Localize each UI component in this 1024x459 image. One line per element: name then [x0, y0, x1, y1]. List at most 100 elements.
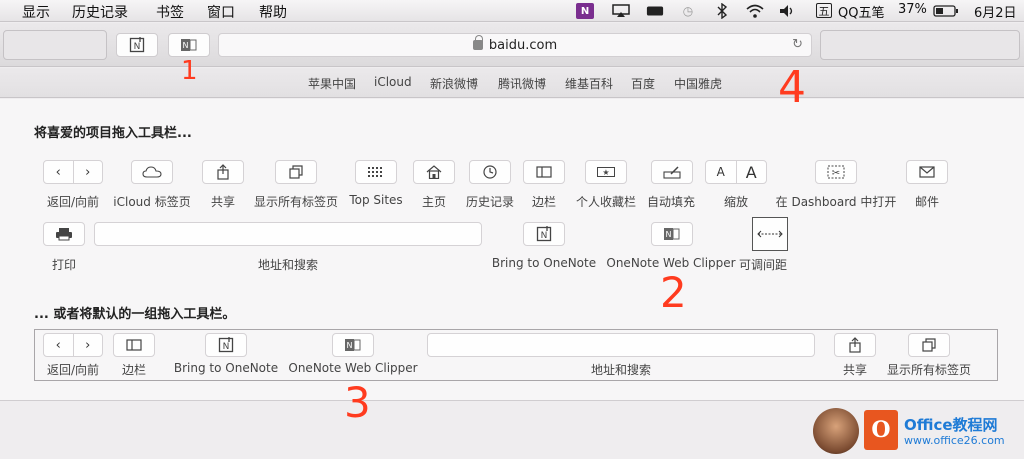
input-method-icon[interactable]: 五	[816, 3, 832, 18]
favorites-heading: 将喜爱的项目拖入工具栏...	[34, 126, 192, 141]
default-label: 显示所有标签页	[886, 363, 972, 377]
svg-text:N: N	[541, 231, 548, 241]
clock-icon	[483, 165, 497, 179]
back-icon: ‹	[55, 337, 61, 353]
annotation-1: 1	[181, 56, 198, 86]
annotation-2: 2	[660, 268, 687, 317]
bring-to-onenote-item[interactable]: N	[523, 222, 565, 246]
default-label: 返回/向前	[46, 363, 100, 377]
input-method-name[interactable]: QQ五笔	[838, 2, 884, 21]
star-icon: ★	[597, 167, 615, 177]
default-label: 共享	[842, 363, 868, 377]
home-icon	[426, 165, 442, 179]
history-item[interactable]	[469, 160, 511, 184]
menu-window[interactable]: 窗口	[207, 2, 235, 22]
mail-item[interactable]	[906, 160, 948, 184]
item-label: 自动填充	[646, 195, 696, 209]
tabs-overview-icon	[922, 338, 936, 352]
default-sidebar	[113, 333, 155, 357]
bring-to-onenote-icon: N	[218, 337, 234, 353]
watermark-title: Office教程网	[904, 416, 998, 434]
printer-icon	[56, 228, 72, 241]
battery-percent[interactable]: 37%	[898, 2, 927, 17]
tabs-overview-icon	[289, 165, 303, 179]
toolbar-blank-left	[3, 30, 107, 60]
open-in-dashboard-item[interactable]: ✂	[815, 160, 857, 184]
onenote-status-icon[interactable]: N	[576, 3, 594, 19]
office-logo-icon: O	[864, 410, 898, 450]
icloud-tabs-item[interactable]	[131, 160, 173, 184]
autofill-icon	[663, 166, 681, 179]
bookmark-item[interactable]: 中国雅虎	[674, 75, 722, 92]
default-address-search	[427, 333, 815, 357]
menu-bar: 显示 历史记录 书签 窗口 帮助 N ◷ 五 QQ五笔 37% 6月2日	[0, 0, 1024, 22]
cloud-icon	[142, 166, 162, 178]
default-onenote-clipper: N	[332, 333, 374, 357]
menubar-date[interactable]: 6月2日	[974, 2, 1017, 21]
bookmark-item[interactable]: 新浪微博	[430, 75, 478, 92]
battery-monitor-icon[interactable]	[646, 3, 664, 19]
sidebar-icon	[126, 339, 142, 351]
item-label: iCloud 标签页	[113, 195, 191, 209]
zoom-item[interactable]: AA	[705, 160, 767, 184]
zoom-out-icon: A	[716, 165, 725, 179]
zoom-in-icon: A	[735, 161, 767, 183]
bookmark-item[interactable]: iCloud	[374, 75, 412, 89]
autofill-item[interactable]	[651, 160, 693, 184]
forward-icon: ›	[72, 161, 103, 183]
default-back-forward: ‹ ›	[43, 333, 103, 357]
onenote-web-clipper-button[interactable]: N	[168, 33, 210, 57]
share-icon	[849, 337, 861, 353]
bookmark-item[interactable]: 苹果中国	[308, 75, 356, 92]
menu-help[interactable]: 帮助	[259, 2, 287, 22]
svg-text:★: ★	[602, 168, 609, 177]
svg-text:✂: ✂	[832, 168, 840, 179]
item-label: 返回/向前	[46, 195, 100, 209]
print-item[interactable]	[43, 222, 85, 246]
flexible-space-icon	[757, 230, 783, 238]
address-bar[interactable]: baidu.com ↻	[218, 33, 812, 57]
share-item[interactable]	[202, 160, 244, 184]
safari-toolbar: N N baidu.com ↻	[0, 23, 1024, 67]
volume-icon[interactable]	[778, 3, 796, 19]
onenote-web-clipper-item[interactable]: N	[651, 222, 693, 246]
time-machine-icon[interactable]: ◷	[679, 3, 697, 19]
item-label: 打印	[51, 258, 77, 272]
menu-view[interactable]: 显示	[22, 2, 50, 22]
bring-to-onenote-icon: N	[536, 226, 552, 242]
svg-text:N: N	[183, 41, 189, 50]
default-bring-to-onenote: N	[205, 333, 247, 357]
bluetooth-icon[interactable]	[713, 3, 731, 19]
top-sites-item[interactable]	[355, 160, 397, 184]
bookmark-item[interactable]: 维基百科	[565, 75, 613, 92]
default-label: OneNote Web Clipper	[288, 361, 418, 375]
item-label: 历史记录	[465, 195, 515, 209]
sidebar-icon	[536, 166, 552, 178]
menu-history[interactable]: 历史记录	[72, 2, 128, 22]
onenote-clipper-icon: N	[345, 339, 361, 351]
scissors-icon: ✂	[827, 165, 845, 179]
item-label: 在 Dashboard 中打开	[775, 195, 897, 209]
home-item[interactable]	[413, 160, 455, 184]
annotation-4: 4	[778, 62, 806, 113]
default-toolbar-set[interactable]: ‹ › N N 返回/向前 边栏 Bring to OneNote OneNote…	[34, 329, 998, 381]
flexible-space-item[interactable]	[752, 217, 788, 251]
wifi-icon[interactable]	[746, 3, 764, 19]
show-all-tabs-item[interactable]	[275, 160, 317, 184]
mail-icon	[919, 166, 935, 178]
sidebar-item[interactable]	[523, 160, 565, 184]
airplay-icon[interactable]	[612, 3, 630, 19]
address-search-item[interactable]	[94, 222, 482, 246]
address-url: baidu.com	[488, 38, 558, 53]
annotation-3: 3	[344, 378, 371, 427]
watermark-url: www.office26.com	[904, 434, 1005, 447]
bookmark-item[interactable]: 腾讯微博	[498, 75, 546, 92]
battery-icon[interactable]	[933, 3, 959, 19]
menu-bookmarks[interactable]: 书签	[156, 2, 184, 22]
back-forward-item[interactable]: ‹ ›	[43, 160, 103, 184]
bookmark-item[interactable]: 百度	[631, 75, 655, 92]
bring-to-onenote-button[interactable]: N	[116, 33, 158, 57]
item-label: 个人收藏栏	[575, 195, 637, 209]
favorites-bar-item[interactable]: ★	[585, 160, 627, 184]
reload-icon[interactable]: ↻	[792, 37, 803, 52]
